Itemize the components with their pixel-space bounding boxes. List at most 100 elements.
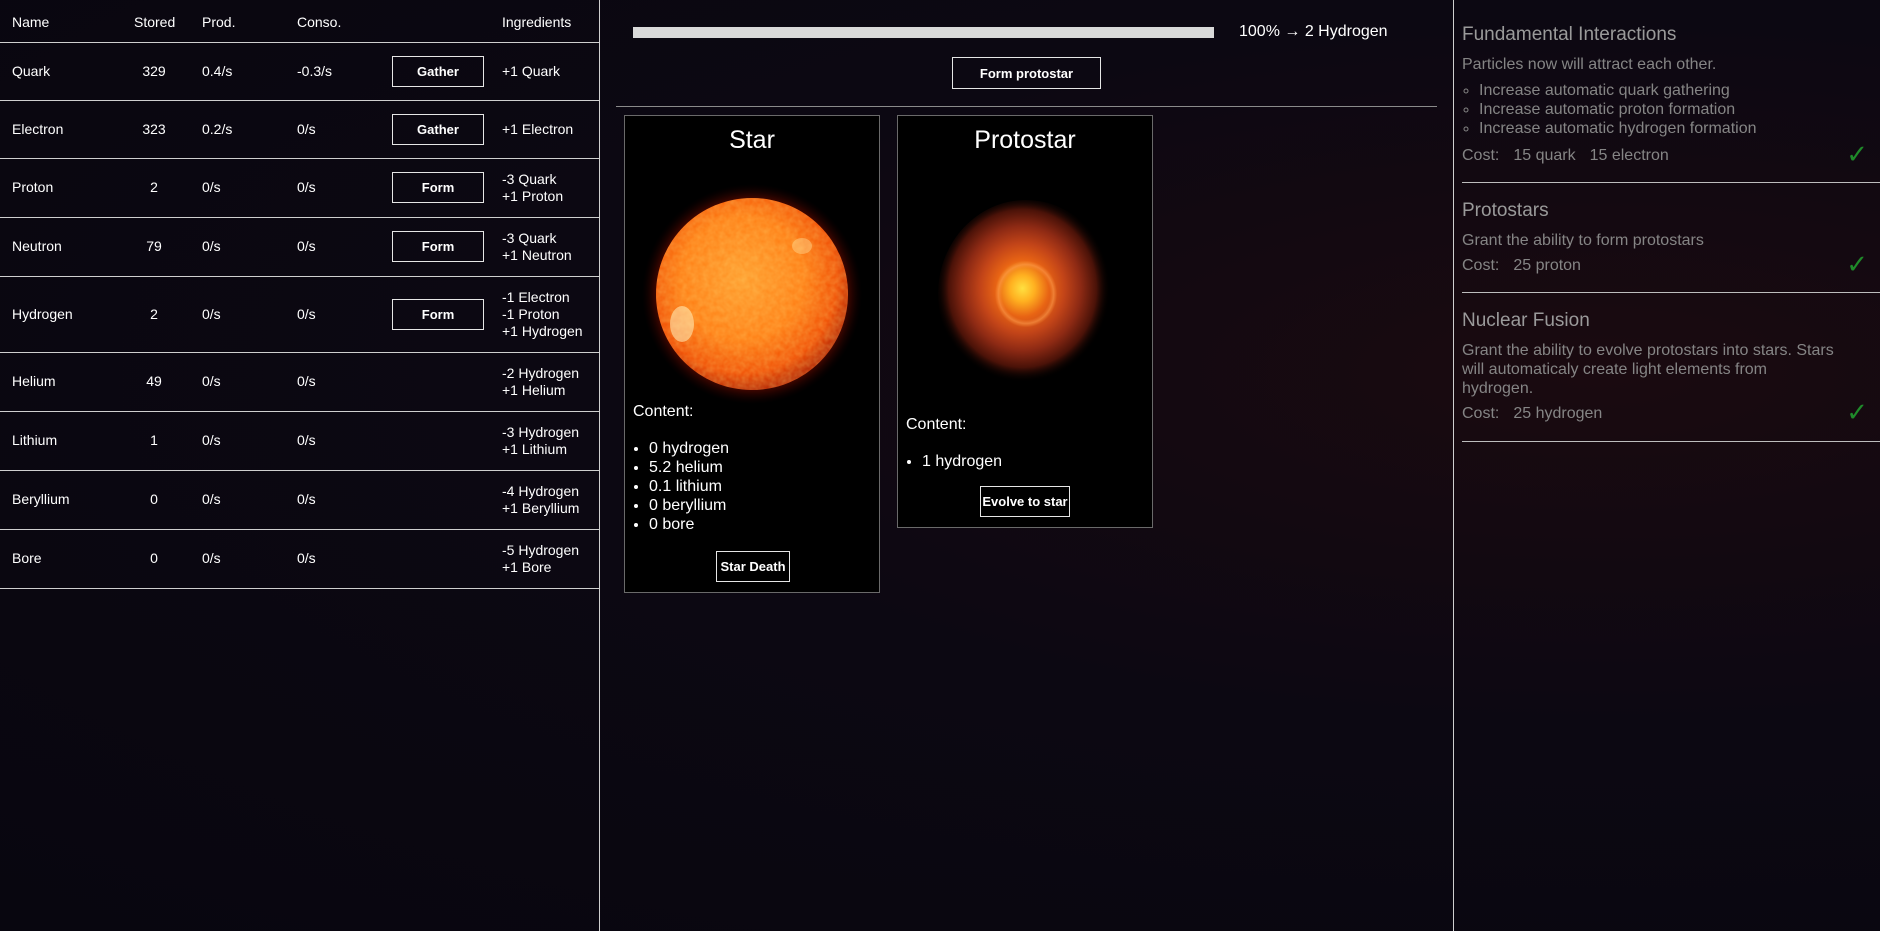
cost-label: Cost: [1462,257,1500,274]
evolve-to-star-button[interactable]: Evolve to star [980,486,1070,517]
header-name: Name [12,14,50,30]
purchased-check-icon: ✓ [1846,397,1868,427]
resource-stored: 79 [146,238,162,254]
table-row: Neutron 79 0/s 0/s Form -3 Quark +1 Neutron [0,218,599,277]
table-row: Proton 2 0/s 0/s Form -3 Quark +1 Proton [0,159,599,218]
table-row: Electron 323 0.2/s 0/s Gather +1 Electron [0,101,599,159]
ingredients: -1 Electron -1 Proton +1 Hydrogen [502,289,583,340]
resource-conso: 0/s [297,306,316,322]
header-ingredients: Ingredients [502,14,572,30]
ingredient-line: +1 Bore [502,559,552,575]
upgrade-nuclear-fusion[interactable]: Nuclear Fusion Grant the ability to evol… [1462,310,1880,442]
resource-stored: 0 [150,550,158,566]
upgrade-desc: Grant the ability to evolve protostars i… [1462,342,1834,397]
resource-conso: 0/s [297,373,316,389]
resource-prod: 0/s [202,179,221,195]
resource-conso: -0.3/s [297,63,333,79]
resource-conso: 0/s [297,550,316,566]
upgrade-cost: Cost: 25 hydrogen [1462,405,1616,423]
cost-electron: 15 electron [1589,147,1669,164]
upgrade-effect-item: Increase automatic hydrogen formation [1479,119,1756,138]
form-neutron-button[interactable]: Form [392,231,484,262]
upgrade-title: Protostars [1462,200,1549,221]
form-hydrogen-button[interactable]: Form [392,299,484,330]
resource-name: Quark [12,63,51,79]
ingredient-line: -3 Quark [502,171,557,187]
upgrade-effects: Increase automatic quark gatheringIncrea… [1462,81,1756,138]
resource-prod: 0.2/s [202,121,233,137]
ingredient-line: +1 Beryllium [502,500,580,516]
resource-prod: 0.4/s [202,63,233,79]
cost-label: Cost: [1462,405,1500,422]
resource-conso: 0/s [297,238,316,254]
resource-name: Neutron [12,238,62,254]
protostar-title: Protostar [974,126,1076,154]
resource-name: Hydrogen [12,306,73,322]
ingredients: -3 Hydrogen +1 Lithium [502,424,579,458]
progress-label: 100% → 2 Hydrogen [1239,23,1388,40]
table-row: Bore 0 0/s 0/s -5 Hydrogen +1 Bore [0,530,599,589]
form-proton-button[interactable]: Form [392,172,484,203]
purchased-check-icon: ✓ [1846,249,1868,279]
resource-stored: 2 [150,179,158,195]
resource-stored: 2 [150,306,158,322]
divider [616,106,1437,107]
ingredient-line: +1 Electron [502,121,574,137]
header-prod: Prod. [202,14,236,30]
ingredient-line: +1 Lithium [502,441,567,457]
gather-electron-button[interactable]: Gather [392,114,484,145]
cost-quark: 15 quark [1513,147,1576,164]
protostar-content-item: 1 hydrogen [922,452,1002,471]
star-image [642,184,862,404]
ingredient-line: +1 Hydrogen [502,323,583,339]
upgrade-cost: Cost: 15 quark 15 electron [1462,147,1683,165]
star-content-item: 0.1 lithium [649,477,729,496]
table-row: Helium 49 0/s 0/s -2 Hydrogen +1 Helium [0,353,599,412]
protostar-content-list: 1 hydrogen [898,452,1002,471]
form-protostar-button[interactable]: Form protostar [952,57,1101,89]
resource-prod: 0/s [202,373,221,389]
star-content-label: Content: [633,403,694,420]
ingredient-line: +1 Quark [502,63,560,79]
upgrade-effect-item: Increase automatic proton formation [1479,100,1756,119]
cost-hydrogen: 25 hydrogen [1513,405,1603,422]
resource-stored: 0 [150,491,158,507]
header-stored: Stored [134,14,176,30]
ingredient-line: -4 Hydrogen [502,483,580,499]
game-root: Name Stored Prod. Conso. Ingredients Qua… [0,0,1880,931]
resource-conso: 0/s [297,432,316,448]
hydrogen-progress-bar [633,27,1214,38]
star-content-item: 0 beryllium [649,496,729,515]
star-panel: 100% → 2 Hydrogen Form protostar Star Co… [600,0,1454,931]
ingredient-line: -2 Hydrogen [502,365,580,381]
resource-panel: Name Stored Prod. Conso. Ingredients Qua… [0,0,600,931]
table-header: Name Stored Prod. Conso. Ingredients [0,0,599,43]
upgrade-title: Nuclear Fusion [1462,310,1590,331]
resource-stored: 329 [142,63,166,79]
star-title: Star [729,126,775,154]
resource-prod: 0/s [202,491,221,507]
star-content-item: 0 bore [649,515,729,534]
star-content-item: 5.2 helium [649,458,729,477]
ingredients: +1 Electron [502,121,573,138]
table-row: Quark 329 0.4/s -0.3/s Gather +1 Quark [0,43,599,101]
star-content-item: 0 hydrogen [649,439,729,458]
resource-conso: 0/s [297,121,316,137]
progress-fill [633,27,1214,38]
protostar-content-label: Content: [906,416,967,433]
upgrade-fundamental-interactions[interactable]: Fundamental Interactions Particles now w… [1462,24,1880,183]
upgrade-protostars[interactable]: Protostars Grant the ability to form pro… [1462,200,1880,293]
ingredient-line: +1 Helium [502,382,566,398]
ingredients: -3 Quark +1 Proton [502,171,563,205]
resource-stored: 49 [146,373,162,389]
star-content-list: 0 hydrogen5.2 helium0.1 lithium0 berylli… [625,439,729,534]
ingredients: -4 Hydrogen +1 Beryllium [502,483,579,517]
ingredients: -3 Quark +1 Neutron [502,230,572,264]
resource-conso: 0/s [297,491,316,507]
star-death-button[interactable]: Star Death [716,551,790,582]
resource-stored: 323 [142,121,166,137]
upgrade-desc: Grant the ability to form protostars [1462,232,1704,249]
gather-quark-button[interactable]: Gather [392,56,484,87]
upgrade-desc: Particles now will attract each other. [1462,56,1717,73]
ingredients: -2 Hydrogen +1 Helium [502,365,579,399]
